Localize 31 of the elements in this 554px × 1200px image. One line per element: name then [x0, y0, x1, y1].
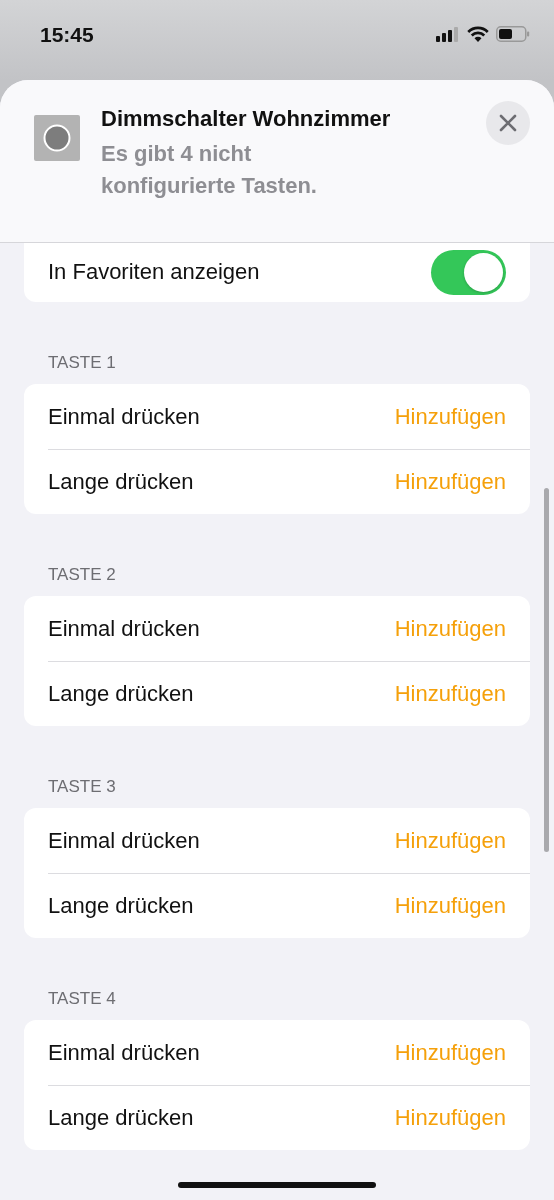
add-link[interactable]: Hinzufügen	[394, 1039, 506, 1066]
section-header: TASTE 3	[47, 776, 117, 798]
signal-icon	[436, 26, 460, 42]
favorites-label: In Favoriten anzeigen	[48, 259, 260, 285]
add-link[interactable]: Hinzufügen	[394, 403, 506, 430]
add-link[interactable]: Hinzufügen	[394, 615, 506, 642]
row-label: Lange drücken	[48, 468, 194, 495]
add-link[interactable]: Hinzufügen	[394, 827, 506, 854]
wifi-icon	[467, 26, 489, 42]
row-label: Einmal drücken	[48, 1039, 200, 1066]
row-label: Lange drücken	[48, 680, 194, 707]
add-link[interactable]: Hinzufügen	[394, 892, 506, 919]
device-title: Dimmschalter Wohnzimmer	[101, 105, 392, 133]
favorites-toggle[interactable]	[431, 249, 506, 295]
status-time: 15:45	[40, 23, 94, 47]
row-label: Einmal drücken	[48, 403, 200, 430]
add-link[interactable]: Hinzufügen	[394, 468, 506, 495]
battery-icon	[496, 26, 530, 42]
close-icon[interactable]	[499, 114, 517, 132]
add-link[interactable]: Hinzufügen	[394, 680, 506, 707]
section-header: TASTE 4	[47, 988, 117, 1010]
row-label: Lange drücken	[48, 892, 194, 919]
add-link[interactable]: Hinzufügen	[394, 1104, 506, 1131]
section-header: TASTE 2	[47, 564, 117, 586]
row-label: Einmal drücken	[48, 827, 200, 854]
device-subtitle: Es gibt 4 nicht konfigurierte Tasten.	[101, 140, 318, 200]
row-label: Einmal drücken	[48, 615, 200, 642]
switch-icon	[34, 115, 80, 161]
close-button[interactable]	[486, 101, 530, 145]
row-label: Lange drücken	[48, 1104, 194, 1131]
section-header: TASTE 1	[47, 352, 117, 374]
